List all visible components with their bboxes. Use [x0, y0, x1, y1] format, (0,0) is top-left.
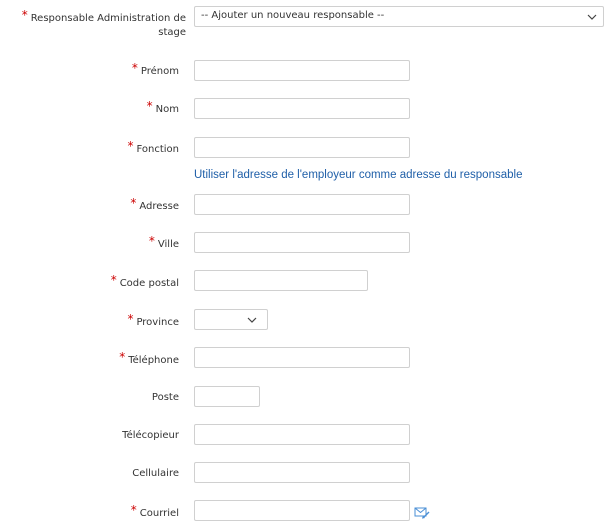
adresse-input[interactable]: [194, 194, 410, 215]
nom-label: * Nom: [146, 99, 179, 115]
required-marker: *: [131, 61, 138, 75]
ville-input[interactable]: [194, 232, 410, 253]
required-marker: *: [110, 273, 117, 287]
email-edit-icon[interactable]: [414, 506, 430, 520]
code-postal-label: * Code postal: [110, 273, 179, 289]
required-marker: *: [130, 503, 137, 517]
poste-input[interactable]: [194, 386, 260, 407]
cellulaire-label: Cellulaire: [132, 468, 179, 479]
code-postal-input[interactable]: [194, 270, 368, 291]
nom-input[interactable]: [194, 98, 410, 119]
cellulaire-input[interactable]: [194, 462, 410, 483]
telephone-label: * Téléphone: [119, 350, 179, 366]
adresse-label: * Adresse: [130, 196, 179, 212]
telephone-input[interactable]: [194, 347, 410, 368]
required-marker: *: [127, 312, 134, 326]
required-marker: *: [146, 99, 153, 113]
use-employer-address-link[interactable]: Utiliser l'adresse de l'employeur comme …: [194, 169, 522, 181]
ville-label: * Ville: [148, 234, 179, 250]
prenom-label: * Prénom: [131, 61, 179, 77]
chevron-down-icon: [247, 317, 257, 323]
fonction-label: * Fonction: [127, 139, 179, 155]
required-marker: *: [119, 350, 126, 364]
courriel-label: * Courriel: [130, 503, 179, 519]
responsable-select[interactable]: -- Ajouter un nouveau responsable --: [194, 6, 604, 27]
prenom-input[interactable]: [194, 60, 410, 81]
telecopieur-input[interactable]: [194, 424, 410, 445]
province-select[interactable]: [194, 309, 268, 330]
required-marker: *: [130, 196, 137, 210]
required-marker: *: [148, 234, 155, 248]
poste-label: Poste: [151, 392, 179, 403]
chevron-down-icon: [587, 14, 597, 20]
required-marker: *: [127, 139, 134, 153]
responsable-select-value: -- Ajouter un nouveau responsable --: [201, 10, 385, 21]
responsable-label: * Responsable Administration de stage: [21, 8, 186, 38]
required-marker: *: [21, 8, 28, 22]
telecopieur-label: Télécopieur: [122, 430, 179, 441]
fonction-input[interactable]: [194, 137, 410, 158]
courriel-input[interactable]: [194, 500, 410, 521]
province-label: * Province: [127, 312, 179, 328]
